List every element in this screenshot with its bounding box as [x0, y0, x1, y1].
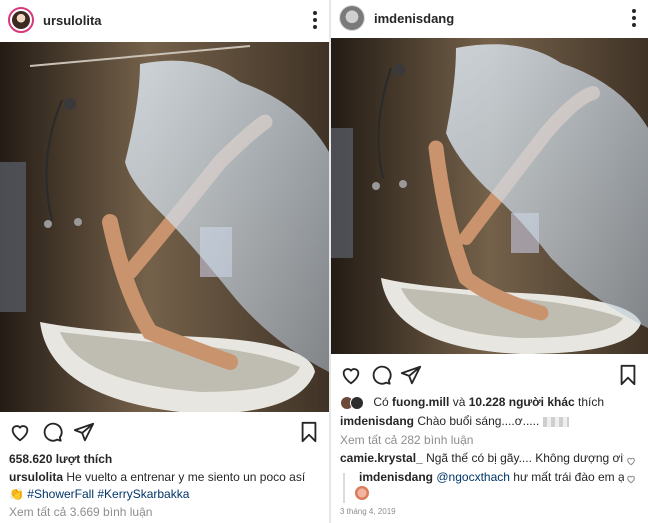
more-options-icon[interactable] [632, 9, 636, 27]
liker-username[interactable]: fuong.mill [392, 395, 449, 409]
reply-thread-line [343, 473, 345, 503]
likes-prefix: Có [373, 395, 389, 409]
comment-icon[interactable] [370, 364, 392, 386]
caption-username[interactable]: ursulolita [9, 470, 63, 484]
hashtag-kerryskarbakka[interactable]: #KerrySkarbakka [97, 487, 189, 501]
action-bar [0, 419, 329, 447]
bookmark-icon[interactable] [617, 364, 639, 386]
avatar[interactable] [8, 7, 34, 33]
view-all-comments[interactable]: Xem tất cả 282 bình luận [340, 433, 640, 447]
liker-avatars [340, 395, 366, 410]
post-header: imdenisdang [331, 0, 648, 36]
caption-text: He vuelto a entrenar y me siento un poco… [66, 470, 306, 484]
comment: camie.krystal_ Ngã thế có bị gãy.... Khô… [340, 451, 624, 465]
post-photo[interactable] [331, 38, 648, 354]
caption: ursulolita He vuelto a entrenar y me sie… [9, 470, 321, 484]
comment-username[interactable]: camie.krystal_ [340, 451, 423, 465]
heart-icon[interactable] [340, 364, 362, 386]
comment-like-icon[interactable] [626, 453, 636, 466]
post-username[interactable]: ursulolita [43, 13, 102, 28]
heart-icon[interactable] [9, 421, 31, 443]
share-icon[interactable] [73, 421, 95, 443]
reply-text: hư mất trái đào em ạ [513, 470, 624, 484]
likes-and: và [452, 395, 466, 409]
reply-username[interactable]: imdenisdang [359, 470, 433, 484]
more-options-icon[interactable] [313, 11, 317, 29]
comment-text: Ngã thế có bị gãy.... Không dượng ơi? [426, 451, 624, 465]
post-photo[interactable] [0, 42, 329, 412]
comment-icon[interactable] [41, 421, 63, 443]
caption: imdenisdang Chào buổi sáng....ơ..... [340, 414, 640, 428]
bookmark-icon[interactable] [298, 421, 320, 443]
post-right: imdenisdang Có fuong.mill và 10.228 ngườ… [331, 0, 648, 523]
view-all-comments[interactable]: Xem tất cả 3.669 bình luận [9, 505, 321, 519]
post-username[interactable]: imdenisdang [374, 11, 454, 26]
avatar[interactable] [339, 5, 365, 31]
share-icon[interactable] [400, 364, 422, 386]
likes-summary: Có fuong.mill và 10.228 người khác thích [340, 395, 640, 410]
hashtag-showerfall[interactable]: #ShowerFall [27, 487, 94, 501]
blurred-emoji [542, 416, 569, 427]
clap-emoji: 👏 [9, 487, 24, 501]
likes-suffix: thích [578, 395, 605, 409]
action-bar [331, 362, 648, 390]
reply-like-icon[interactable] [626, 471, 636, 484]
likes-others[interactable]: 10.228 người khác [469, 395, 575, 409]
caption-username[interactable]: imdenisdang [340, 414, 414, 428]
reply-mention[interactable]: @ngocxthach [436, 470, 510, 484]
caption-hashtags: 👏 #ShowerFall #KerrySkarbakka [9, 487, 321, 501]
likes-count[interactable]: 658.620 lượt thích [9, 452, 321, 466]
reply-thumbnail [355, 486, 369, 500]
post-left: ursulolita 658.620 lượt thích ursulolita… [0, 0, 329, 523]
post-date: 3 tháng 4, 2019 [340, 507, 396, 516]
caption-text: Chào buổi sáng....ơ..... [417, 414, 540, 428]
post-header: ursulolita [0, 0, 329, 40]
reply: imdenisdang @ngocxthach hư mất trái đào … [359, 470, 624, 484]
